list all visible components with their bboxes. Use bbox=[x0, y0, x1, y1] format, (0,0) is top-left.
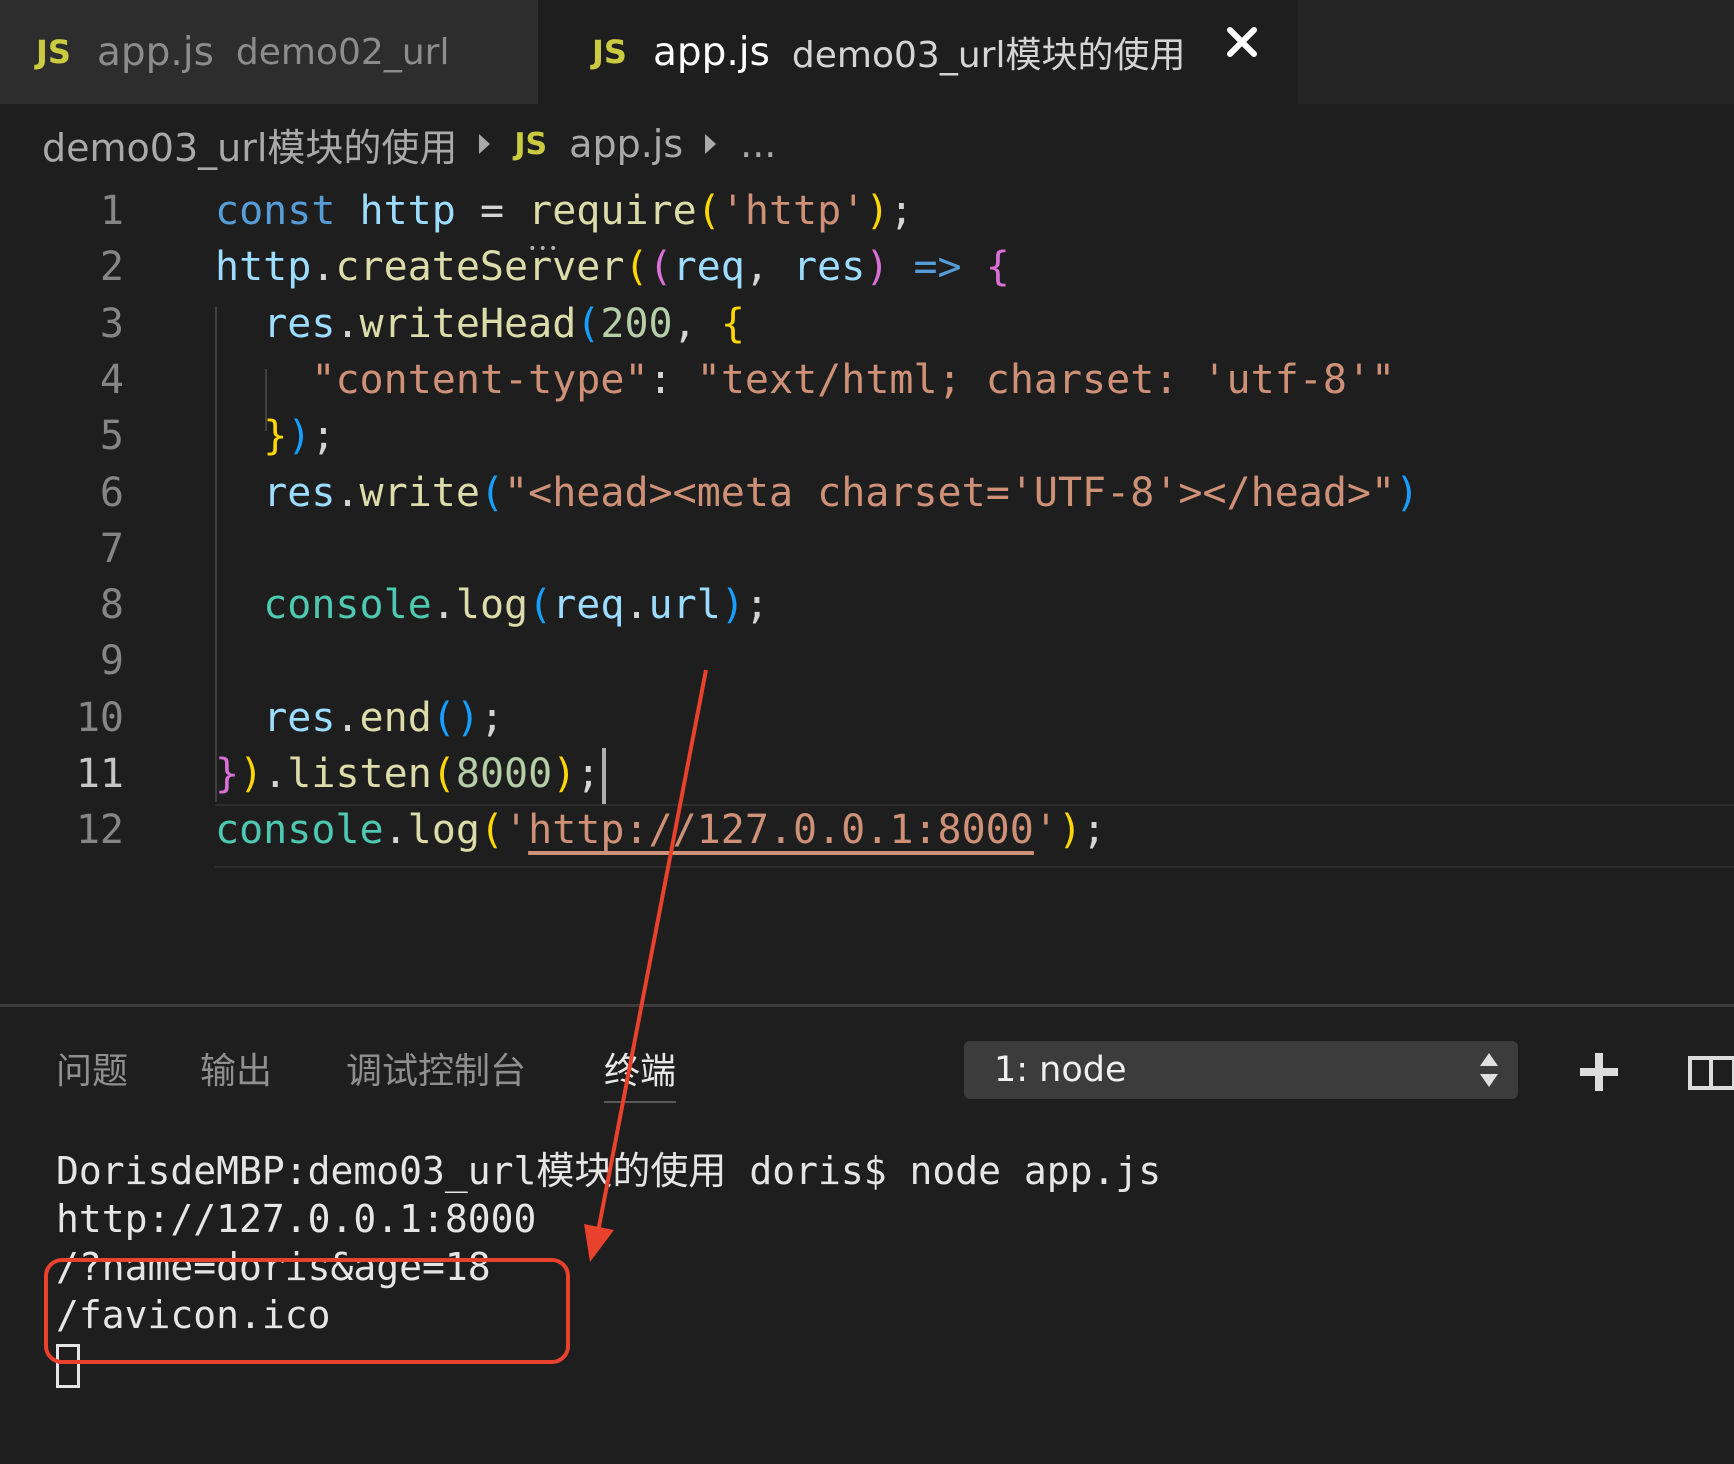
code-line[interactable]: 5 }); bbox=[0, 405, 1734, 467]
line-code: http.createServer((req, res) => { bbox=[215, 244, 1010, 291]
line-code: console.log('http://127.0.0.1:8000'); bbox=[215, 807, 1107, 854]
line-number: 9 bbox=[99, 638, 124, 685]
code-line[interactable]: 4 "content-type": "text/html; charset: '… bbox=[0, 349, 1734, 411]
line-number: 10 bbox=[75, 694, 124, 741]
terminal-line: DorisdeMBP:demo03_url模块的使用 doris$ node a… bbox=[56, 1149, 1162, 1193]
line-code: }).listen(8000); bbox=[215, 743, 607, 805]
tab-problems[interactable]: 问题 bbox=[56, 1041, 128, 1103]
line-number: 6 bbox=[99, 469, 124, 516]
line-number: 11 bbox=[75, 751, 124, 797]
line-number: 8 bbox=[99, 582, 124, 629]
bottom-panel: 问题 输出 调试控制台 终端 1: node DorisdeMBP:demo03… bbox=[0, 1004, 1734, 1464]
code-line[interactable]: 7 bbox=[0, 518, 1734, 580]
code-line[interactable]: 11 }).listen(8000); bbox=[0, 743, 1734, 805]
tab-output[interactable]: 输出 bbox=[200, 1041, 272, 1103]
line-number: 1 bbox=[99, 188, 124, 234]
chevron-right-icon bbox=[479, 134, 491, 154]
line-number: 5 bbox=[99, 413, 124, 460]
code-line[interactable]: 8 console.log(req.url); bbox=[0, 574, 1734, 636]
terminal-select-value: 1: node bbox=[994, 1050, 1127, 1090]
editor-tab-bar: JS app.js demo02_url JS app.js demo03_ur… bbox=[0, 0, 1734, 104]
tab-debug-console[interactable]: 调试控制台 bbox=[346, 1041, 526, 1103]
tab-app-js-demo03[interactable]: JS app.js demo03_url模块的使用 bbox=[538, 0, 1298, 104]
terminal-line: http://127.0.0.1:8000 bbox=[56, 1197, 537, 1241]
code-line[interactable]: 10 res.end(); bbox=[0, 687, 1734, 749]
js-file-icon: JS bbox=[514, 126, 548, 162]
line-code: res.writeHead(200, { bbox=[263, 300, 745, 347]
line-code: "content-type": "text/html; charset: 'ut… bbox=[311, 356, 1396, 403]
new-terminal-icon[interactable] bbox=[1578, 1051, 1620, 1093]
js-file-icon: JS bbox=[36, 33, 71, 71]
tab-app-js-demo02[interactable]: JS app.js demo02_url bbox=[0, 0, 538, 104]
annotation-highlight-box bbox=[44, 1258, 570, 1364]
split-terminal-icon[interactable] bbox=[1688, 1055, 1734, 1091]
tab-file-name: app.js bbox=[96, 29, 214, 75]
code-line[interactable]: 1 const http = require('http'); bbox=[0, 180, 1734, 242]
tab-folder-name: demo02_url bbox=[235, 31, 450, 73]
js-file-icon: JS bbox=[592, 33, 627, 71]
line-number: 3 bbox=[99, 300, 124, 347]
chevron-right-icon bbox=[705, 134, 717, 154]
line-number: 4 bbox=[99, 356, 124, 403]
breadcrumb-folder[interactable]: demo03_url模块的使用 bbox=[42, 117, 457, 172]
text-cursor bbox=[602, 748, 607, 804]
tab-file-name: app.js bbox=[652, 29, 770, 75]
terminal-select[interactable]: 1: node bbox=[964, 1041, 1518, 1099]
code-line[interactable]: 6 res.write("<head><meta charset='UTF-8'… bbox=[0, 462, 1734, 524]
code-editor[interactable]: 1 const http = require('http'); 2 http.crea… bbox=[0, 180, 1734, 1000]
code-line[interactable]: 9 bbox=[0, 630, 1734, 692]
line-code: res.write("<head><meta charset='UTF-8'><… bbox=[263, 469, 1420, 516]
code-line[interactable]: 2 http.createServer((req, res) => { bbox=[0, 236, 1734, 298]
line-code: res.end(); bbox=[263, 694, 505, 741]
line-number: 12 bbox=[75, 807, 124, 854]
line-number: 7 bbox=[99, 525, 124, 572]
code-line[interactable]: 12 console.log('http://127.0.0.1:8000'); bbox=[0, 799, 1734, 861]
line-code: console.log(req.url); bbox=[263, 582, 769, 629]
breadcrumb-more[interactable]: ... bbox=[740, 122, 776, 166]
line-code: const http = require('http'); bbox=[215, 180, 914, 242]
tab-terminal[interactable]: 终端 bbox=[604, 1041, 677, 1103]
updown-arrows-icon bbox=[1480, 1053, 1498, 1087]
breadcrumb-file[interactable]: app.js bbox=[569, 122, 683, 166]
line-code: }); bbox=[263, 413, 336, 460]
close-icon[interactable] bbox=[1222, 22, 1262, 62]
tab-folder-name: demo03_url模块的使用 bbox=[791, 35, 1186, 76]
breadcrumb: demo03_url模块的使用 JS app.js ... bbox=[42, 108, 776, 180]
code-line[interactable]: 3 res.writeHead(200, { bbox=[0, 293, 1734, 355]
line-number: 2 bbox=[99, 244, 124, 291]
